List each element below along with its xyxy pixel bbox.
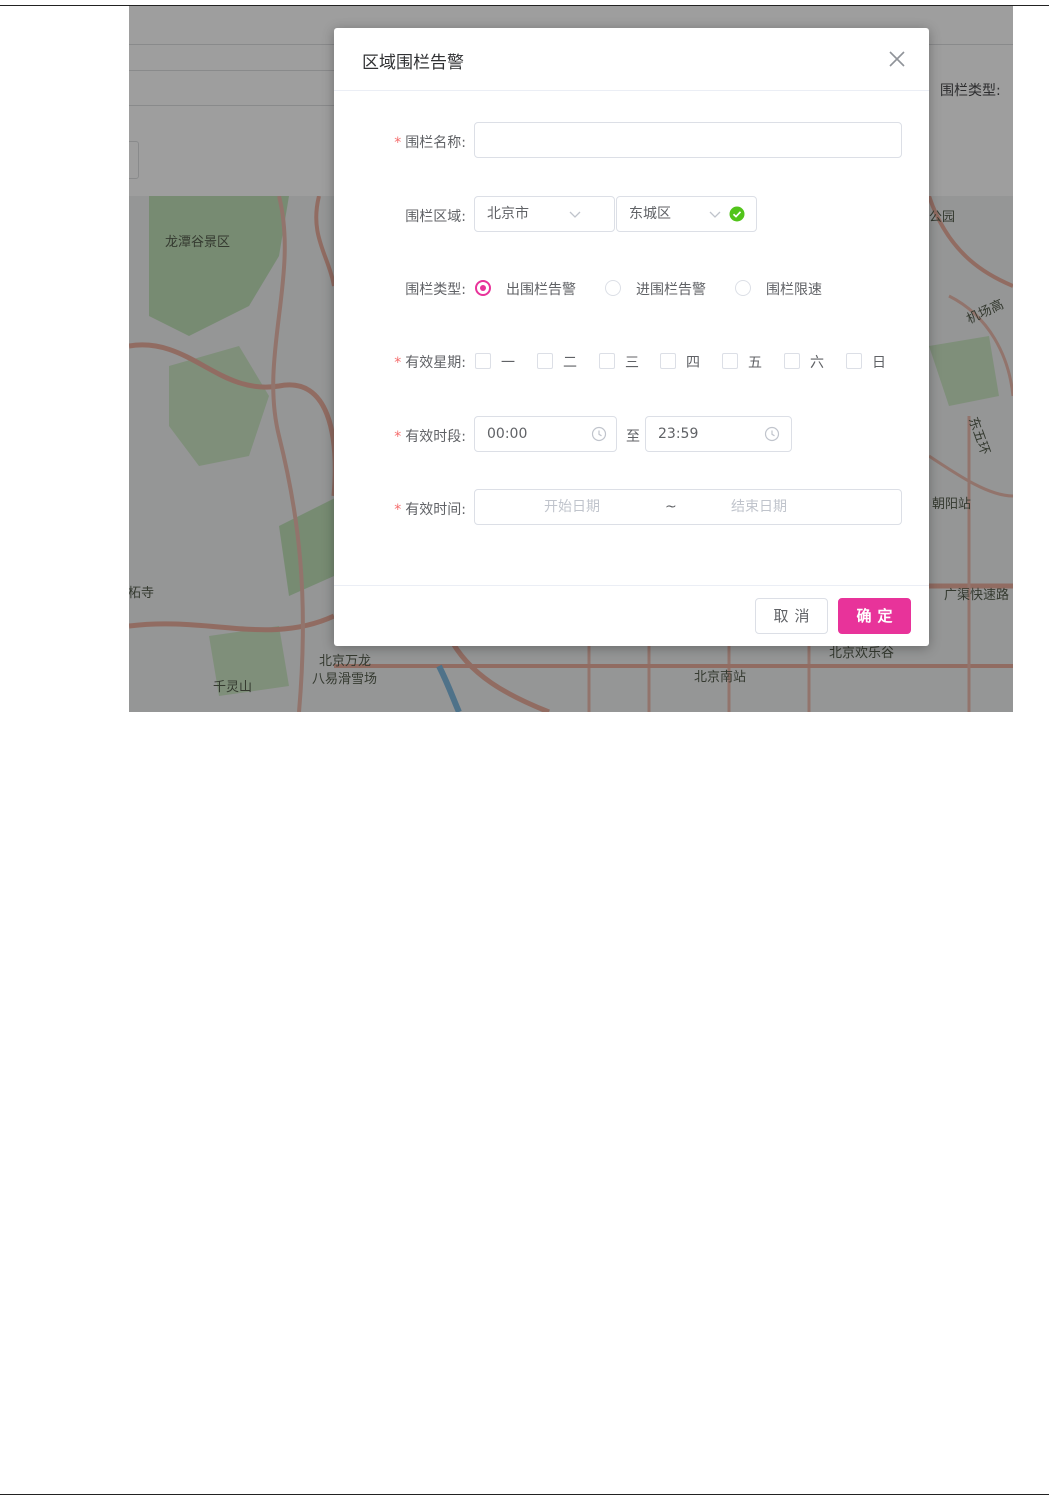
required-mark: * [394, 355, 402, 371]
confirm-button[interactable]: 确定 [838, 598, 911, 634]
start-date-placeholder[interactable]: 开始日期 [544, 490, 600, 524]
clock-icon [764, 426, 780, 442]
fence-alarm-dialog: 区域围栏告警 * 围栏名称: 围栏区域: 北京市 东城区 围栏类型: 出围栏告警… [334, 28, 929, 646]
clock-icon [591, 426, 607, 442]
start-time-picker[interactable]: 00:00 [474, 416, 617, 452]
start-time-value: 00:00 [487, 426, 528, 442]
checkbox-tuesday-label[interactable]: 二 [563, 352, 577, 372]
fence-name-row: * 围栏名称: [334, 122, 929, 160]
fence-name-label-text: 围栏名称: [405, 135, 466, 151]
checkbox-friday[interactable] [722, 353, 738, 369]
fence-type-row: 围栏类型: 出围栏告警 进围栏告警 围栏限速 [334, 269, 929, 307]
end-date-placeholder[interactable]: 结束日期 [731, 490, 787, 524]
required-mark: * [394, 429, 402, 445]
time-range-row: * 有效时段: 00:00 至 23:59 [334, 416, 929, 454]
radio-speed-limit-label[interactable]: 围栏限速 [766, 279, 822, 299]
fence-region-row: 围栏区域: 北京市 东城区 [334, 196, 929, 234]
radio-exit-fence[interactable] [475, 280, 491, 296]
weekdays-label: * 有效星期: [394, 352, 466, 372]
province-select-value: 北京市 [487, 206, 529, 222]
end-time-picker[interactable]: 23:59 [645, 416, 792, 452]
time-range-label: * 有效时段: [394, 426, 466, 446]
province-select[interactable]: 北京市 [474, 196, 615, 232]
close-icon[interactable] [886, 48, 908, 70]
fence-region-label: 围栏区域: [405, 209, 466, 225]
radio-enter-fence[interactable] [605, 280, 621, 296]
district-select[interactable]: 东城区 [616, 196, 757, 232]
checkbox-friday-label[interactable]: 五 [748, 352, 762, 372]
chevron-down-icon [569, 211, 581, 218]
checkbox-sunday[interactable] [846, 353, 862, 369]
checkbox-monday-label[interactable]: 一 [501, 352, 515, 372]
required-mark: * [394, 135, 402, 151]
date-range-picker[interactable]: 开始日期 ~ 结束日期 [474, 489, 902, 525]
time-range-label-text: 有效时段: [405, 429, 466, 445]
dialog-header: 区域围栏告警 [334, 28, 929, 91]
district-select-value: 东城区 [629, 206, 671, 222]
weekdays-label-text: 有效星期: [405, 355, 466, 371]
checkbox-tuesday[interactable] [537, 353, 553, 369]
date-range-label: * 有效时间: [394, 499, 466, 519]
end-time-value: 23:59 [658, 426, 699, 442]
radio-exit-fence-label[interactable]: 出围栏告警 [506, 279, 576, 299]
checkbox-sunday-label[interactable]: 日 [872, 352, 886, 372]
dialog-title: 区域围栏告警 [362, 53, 464, 73]
date-range-row: * 有效时间: 开始日期 ~ 结束日期 [334, 489, 929, 527]
time-range-separator: 至 [626, 429, 640, 445]
check-circle-icon [729, 206, 745, 222]
weekdays-row: * 有效星期: 一 二 三 四 五 六 日 [334, 342, 929, 380]
checkbox-monday[interactable] [475, 353, 491, 369]
fence-type-label: 围栏类型: [405, 282, 466, 298]
page-bottom-rule [0, 1494, 1049, 1495]
screenshot: 围栏类型: 龙潭谷景区 公园 机场高 东五环 朝阳站 广渠快速路 北京欢乐谷 北… [129, 6, 1013, 712]
fence-name-label: * 围栏名称: [394, 132, 466, 152]
checkbox-saturday-label[interactable]: 六 [810, 352, 824, 372]
radio-enter-fence-label[interactable]: 进围栏告警 [636, 279, 706, 299]
checkbox-thursday-label[interactable]: 四 [686, 352, 700, 372]
checkbox-wednesday-label[interactable]: 三 [625, 352, 639, 372]
required-mark: * [394, 502, 402, 518]
radio-speed-limit[interactable] [735, 280, 751, 296]
fence-name-input[interactable] [474, 122, 902, 158]
cancel-button[interactable]: 取消 [755, 598, 828, 634]
dialog-footer-divider [334, 585, 929, 586]
date-range-label-text: 有效时间: [405, 502, 466, 518]
checkbox-saturday[interactable] [784, 353, 800, 369]
checkbox-thursday[interactable] [660, 353, 676, 369]
checkbox-wednesday[interactable] [599, 353, 615, 369]
date-range-separator: ~ [665, 499, 677, 515]
chevron-down-icon [709, 211, 721, 218]
